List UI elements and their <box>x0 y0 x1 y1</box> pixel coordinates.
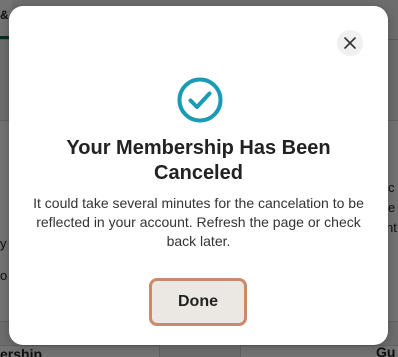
dialog-title: Your Membership Has Been Canceled <box>29 136 368 186</box>
dialog-title-line-1: Your Membership Has Been <box>66 137 331 159</box>
dialog-message: It could take several minutes for the ca… <box>33 195 364 249</box>
check-circle-icon <box>177 77 223 123</box>
done-button[interactable]: Done <box>149 278 247 326</box>
close-button[interactable] <box>337 30 363 56</box>
done-button-label: Done <box>155 284 241 320</box>
cancel-confirmation-dialog: Your Membership Has Been Canceled It cou… <box>9 6 388 345</box>
dialog-title-line-2: Canceled <box>154 162 243 184</box>
close-icon <box>344 37 356 49</box>
